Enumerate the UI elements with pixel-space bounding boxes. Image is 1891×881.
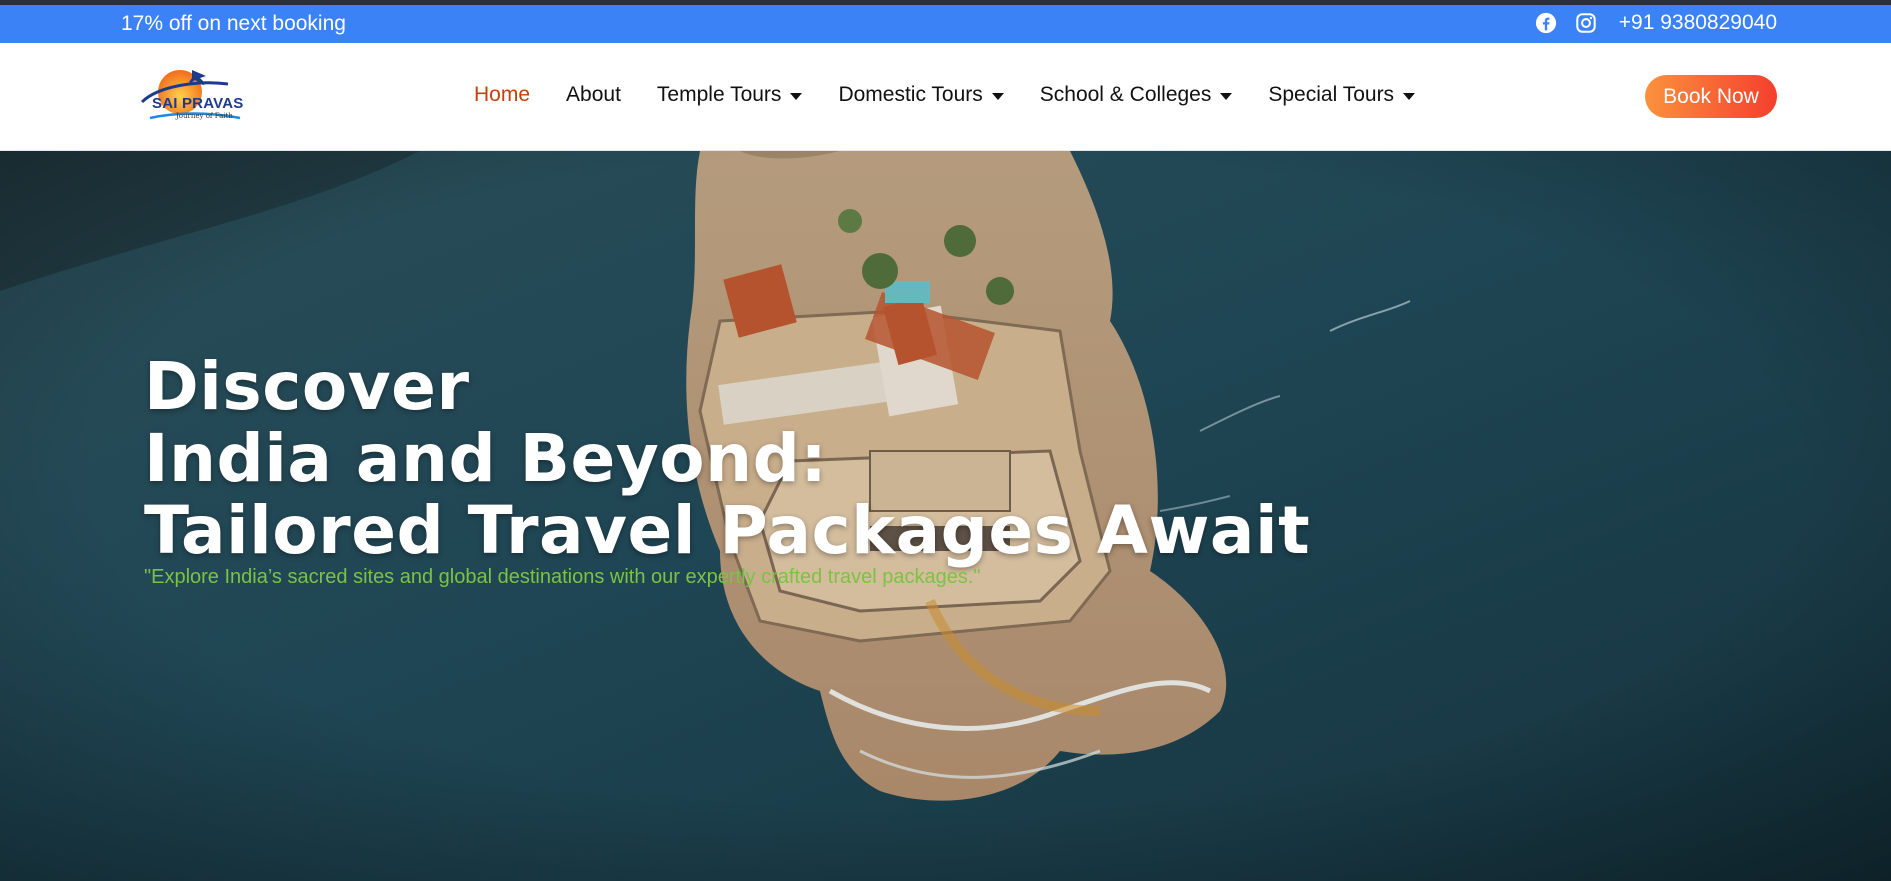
nav-about[interactable]: About	[566, 83, 621, 107]
logo-brand-text: SAI PRAVAS	[152, 95, 244, 112]
caret-down-icon	[790, 92, 803, 100]
site-logo[interactable]: SAI PRAVAS Journey of Faith	[138, 62, 248, 124]
hero-title: Discover India and Beyond: Tailored Trav…	[144, 351, 1310, 567]
nav-home-label: Home	[474, 83, 531, 106]
facebook-icon[interactable]	[1535, 12, 1557, 34]
hero-section: Discover India and Beyond: Tailored Trav…	[0, 151, 1891, 881]
nav-temple-tours-label: Temple Tours	[656, 83, 782, 106]
caret-down-icon	[1220, 92, 1233, 100]
hero-subtitle: "Explore India’s sacred sites and global…	[144, 566, 981, 588]
caret-down-icon	[991, 92, 1004, 100]
book-now-button[interactable]: Book Now	[1645, 75, 1777, 118]
nav-special-tours-label: Special Tours	[1268, 83, 1395, 106]
nav-school-colleges-label: School & Colleges	[1039, 83, 1212, 106]
promo-bar: 17% off on next booking +91 9380829040	[0, 5, 1891, 43]
main-navbar: SAI PRAVAS Journey of Faith Home About T…	[0, 43, 1891, 151]
instagram-icon[interactable]	[1575, 12, 1597, 34]
caret-down-icon	[1403, 92, 1416, 100]
promo-text: 17% off on next booking	[121, 12, 346, 35]
contact-group: +91 9380829040	[1535, 11, 1777, 35]
nav-home[interactable]: Home	[474, 83, 530, 107]
hero-title-line-2: India and Beyond:	[144, 420, 828, 497]
nav-temple-tours[interactable]: Temple Tours	[657, 83, 803, 107]
nav-about-label: About	[566, 83, 621, 106]
primary-menu: Home About Temple Tours Domestic Tours S…	[474, 83, 1416, 107]
nav-special-tours[interactable]: Special Tours	[1268, 83, 1416, 107]
phone-number[interactable]: +91 9380829040	[1619, 11, 1777, 35]
logo-tagline: Journey of Faith	[176, 112, 233, 120]
hero-title-line-3: Tailored Travel Packages Await	[144, 492, 1311, 569]
nav-domestic-tours-label: Domestic Tours	[838, 83, 983, 106]
nav-domestic-tours[interactable]: Domestic Tours	[838, 83, 1004, 107]
nav-school-colleges[interactable]: School & Colleges	[1040, 83, 1233, 107]
hero-title-line-1: Discover	[144, 348, 470, 425]
